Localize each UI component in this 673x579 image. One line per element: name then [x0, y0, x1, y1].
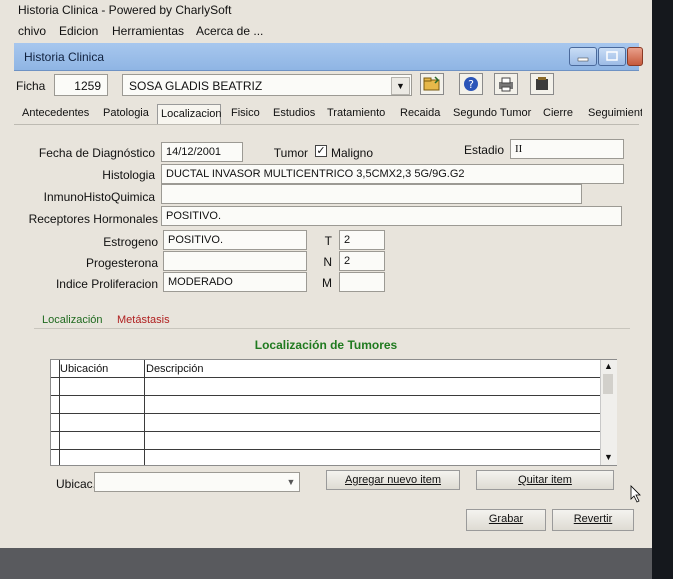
exit-icon[interactable]	[530, 73, 554, 95]
t-label: T	[324, 234, 332, 248]
n-label: N	[323, 255, 332, 269]
maximize-icon[interactable]	[598, 47, 626, 66]
menu-acerca-de[interactable]: Acerca de ...	[196, 24, 263, 38]
fecha-diagnostico-field[interactable]: 14/12/2001	[161, 142, 243, 162]
column-header-descripcion[interactable]: Descripción	[146, 363, 203, 375]
indice-field[interactable]: MODERADO	[163, 272, 307, 292]
inmuno-label: InmunoHistoQuimica	[43, 190, 155, 204]
table-column-divider	[59, 360, 60, 465]
subtab-metastasis[interactable]: Metástasis	[117, 314, 170, 326]
grabar-label: Grabar	[488, 513, 524, 525]
t-field[interactable]: 2	[339, 230, 385, 250]
estadio-label: Estadio	[463, 143, 504, 157]
histologia-field[interactable]: DUCTAL INVASOR MULTICENTRICO 3,5CMX2,3 5…	[161, 164, 624, 184]
column-header-ubicacion[interactable]: Ubicación	[60, 363, 108, 375]
monitor-bottom-strip	[0, 548, 652, 579]
scroll-thumb[interactable]	[603, 374, 613, 394]
patient-name-combo[interactable]: SOSA GLADIS BEATRIZ	[122, 74, 412, 96]
table-row[interactable]	[51, 449, 600, 450]
maligno-checkbox[interactable]: ✓	[315, 145, 327, 157]
n-field[interactable]: 2	[339, 251, 385, 271]
app-window: Historia Clinica - Powered by CharlySoft…	[0, 0, 652, 579]
tab-patologia[interactable]: Patologia	[103, 104, 149, 124]
receptores-field[interactable]: POSITIVO.	[161, 206, 622, 226]
tab-antecedentes[interactable]: Antecedentes	[22, 104, 89, 124]
quitar-item-button[interactable]: Quitar item	[476, 470, 614, 490]
close-icon[interactable]	[627, 47, 643, 66]
m-label: M	[322, 276, 332, 290]
progesterona-label: Progesterona	[85, 256, 158, 270]
minimize-icon[interactable]	[569, 47, 597, 66]
agregar-item-label: Agregar nuevo item	[345, 474, 441, 486]
estadio-field[interactable]: II	[510, 139, 624, 159]
subtab-localizacion[interactable]: Localización	[42, 314, 103, 326]
table-column-divider	[144, 360, 145, 465]
menu-archivo[interactable]: chivo	[18, 24, 46, 38]
fecha-label: Fecha de Diagnóstico	[38, 146, 155, 160]
tab-fisico[interactable]: Fisico	[231, 104, 260, 124]
tab-localizacion[interactable]: Localizacion	[157, 104, 222, 124]
ficha-label: Ficha	[16, 79, 46, 93]
tab-segundo-tumor[interactable]: Segundo Tumor	[453, 104, 531, 124]
monitor-bezel	[652, 0, 673, 579]
indice-label: Indice Proliferacion	[55, 277, 158, 291]
tab-seguimiento[interactable]: Seguimiento	[588, 104, 642, 124]
maligno-label: Maligno	[331, 146, 374, 160]
tab-estudios[interactable]: Estudios	[273, 104, 315, 124]
menu-edicion[interactable]: Edicion	[59, 24, 98, 38]
grabar-button[interactable]: Grabar	[466, 509, 546, 531]
patient-name: SOSA GLADIS BEATRIZ	[129, 79, 263, 93]
inmuno-field[interactable]	[161, 184, 582, 204]
scroll-down-icon[interactable]: ▼	[604, 452, 613, 462]
table-row[interactable]	[51, 413, 600, 414]
subtab-divider	[34, 328, 630, 329]
ubicac-chevron-icon[interactable]: ▼	[284, 474, 298, 490]
tumores-table[interactable]: Ubicación Descripción ▲ ▼	[50, 359, 617, 466]
patient-dropdown-chevron-icon[interactable]: ▼	[391, 77, 410, 95]
estrogeno-field[interactable]: POSITIVO.	[163, 230, 307, 250]
revertir-button[interactable]: Revertir	[552, 509, 634, 531]
tab-recaida[interactable]: Recaida	[400, 104, 440, 124]
ficha-number-field[interactable]: 1259	[54, 74, 108, 96]
print-icon[interactable]	[494, 73, 518, 95]
inner-window-title: Historia Clinica	[24, 50, 105, 64]
tab-tratamiento[interactable]: Tratamiento	[327, 104, 385, 124]
section-title: Localización de Tumores	[254, 338, 398, 352]
inner-window-titlebar: Historia Clinica	[14, 43, 643, 71]
menu-herramientas[interactable]: Herramientas	[112, 24, 184, 38]
menu-bar: chivo Edicion Herramientas Acerca de ...	[0, 20, 652, 40]
revertir-label: Revertir	[573, 513, 613, 525]
table-header-divider	[51, 377, 600, 378]
scroll-up-icon[interactable]: ▲	[604, 361, 613, 371]
histologia-label: Histologia	[102, 168, 155, 182]
table-scrollbar[interactable]: ▲ ▼	[600, 360, 617, 465]
open-folder-icon[interactable]	[420, 73, 444, 95]
estrogeno-label: Estrogeno	[103, 235, 158, 249]
svg-text:?: ?	[468, 78, 474, 91]
tumor-label: Tumor	[273, 146, 308, 160]
ubicac-combo[interactable]	[94, 472, 300, 492]
table-row[interactable]	[51, 431, 600, 432]
table-row[interactable]	[51, 395, 600, 396]
mouse-cursor-icon	[630, 485, 641, 503]
help-icon[interactable]: ?	[459, 73, 483, 95]
receptores-label: Receptores Hormonales	[28, 212, 158, 226]
ubicac-label: Ubicac.	[56, 477, 97, 491]
m-field[interactable]	[339, 272, 385, 292]
tab-cierre[interactable]: Cierre	[543, 104, 573, 124]
app-title: Historia Clinica - Powered by CharlySoft	[18, 3, 232, 17]
agregar-item-button[interactable]: Agregar nuevo item	[326, 470, 460, 490]
progesterona-field[interactable]	[163, 251, 307, 271]
quitar-item-label: Quitar item	[518, 474, 572, 486]
